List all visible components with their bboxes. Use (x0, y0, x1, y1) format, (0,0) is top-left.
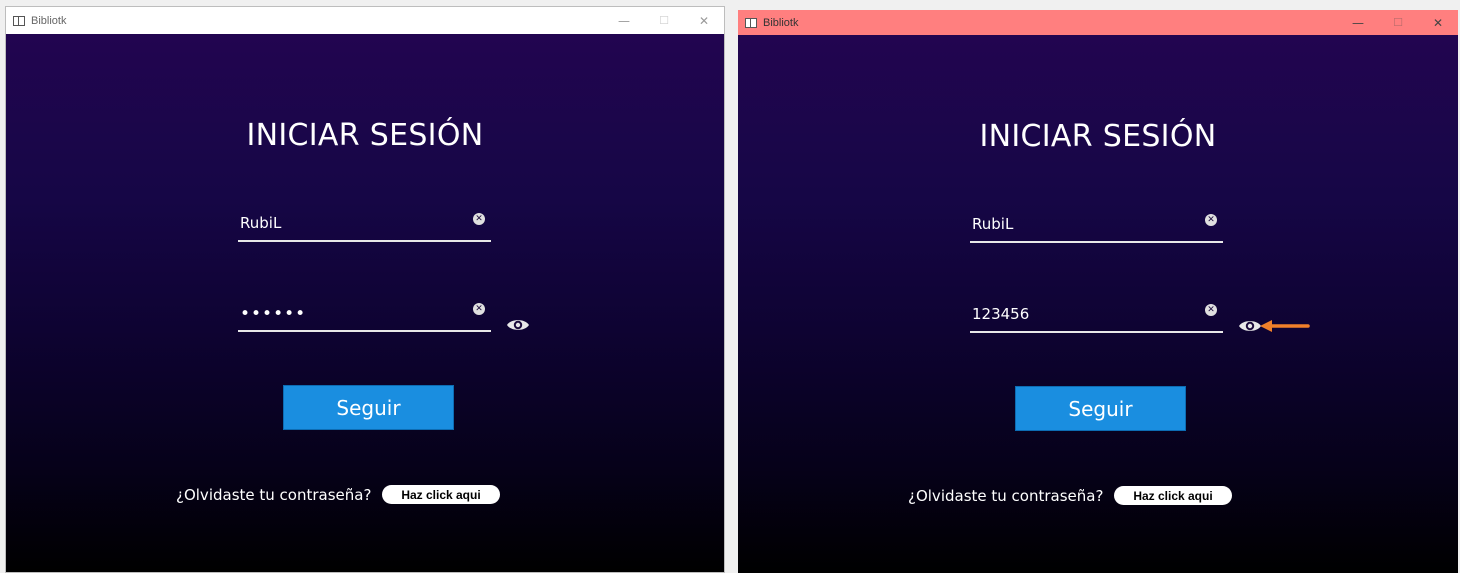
arrow-left-icon (1258, 318, 1310, 332)
book-icon (13, 16, 25, 26)
maximize-button[interactable]: ☐ (644, 7, 684, 34)
password-value: •••••• (240, 304, 307, 324)
password-field[interactable]: 123456 ✕ (970, 297, 1223, 333)
page-title: INICIAR SESIÓN (246, 118, 484, 153)
close-button[interactable]: ✕ (1418, 10, 1458, 35)
login-panel: INICIAR SESIÓN RubiL ✕ 123456 ✕ Seguir ¿… (738, 35, 1458, 573)
forgot-password-label: ¿Olvidaste tu contraseña? (908, 487, 1104, 505)
forgot-password-label: ¿Olvidaste tu contraseña? (176, 486, 372, 504)
title-bar: Bibliotk — ☐ ✕ (6, 7, 724, 34)
submit-button[interactable]: Seguir (283, 385, 454, 430)
page-title: INICIAR SESIÓN (979, 119, 1217, 154)
login-window-revealed: Bibliotk — ☐ ✕ INICIAR SESIÓN RubiL ✕ 12… (738, 10, 1458, 573)
password-field[interactable]: •••••• ✕ (238, 296, 491, 332)
submit-button[interactable]: Seguir (1015, 386, 1186, 431)
login-window-masked: Bibliotk — ☐ ✕ INICIAR SESIÓN RubiL ✕ ••… (5, 6, 725, 573)
clear-icon[interactable]: ✕ (1205, 214, 1217, 226)
password-value: 123456 (972, 305, 1030, 323)
minimize-button[interactable]: — (1338, 10, 1378, 35)
username-field[interactable]: RubiL ✕ (238, 206, 491, 242)
clear-icon[interactable]: ✕ (1205, 304, 1217, 316)
window-title: Bibliotk (31, 14, 67, 27)
title-bar: Bibliotk — ☐ ✕ (738, 10, 1458, 35)
username-field[interactable]: RubiL ✕ (970, 207, 1223, 243)
book-icon (745, 18, 757, 28)
clear-icon[interactable]: ✕ (473, 213, 485, 225)
close-button[interactable]: ✕ (684, 7, 724, 34)
window-title: Bibliotk (763, 16, 799, 29)
username-value: RubiL (972, 215, 1014, 233)
username-value: RubiL (240, 214, 282, 232)
forgot-password-link[interactable]: Haz click aqui (1114, 486, 1232, 505)
maximize-button[interactable]: ☐ (1378, 10, 1418, 35)
login-panel: INICIAR SESIÓN RubiL ✕ •••••• ✕ Seguir ¿… (6, 34, 724, 572)
minimize-button[interactable]: — (604, 7, 644, 34)
clear-icon[interactable]: ✕ (473, 303, 485, 315)
eye-icon[interactable] (506, 317, 530, 333)
window-controls: — ☐ ✕ (1338, 10, 1458, 35)
window-controls: — ☐ ✕ (604, 7, 724, 34)
forgot-password-link[interactable]: Haz click aqui (382, 485, 500, 504)
